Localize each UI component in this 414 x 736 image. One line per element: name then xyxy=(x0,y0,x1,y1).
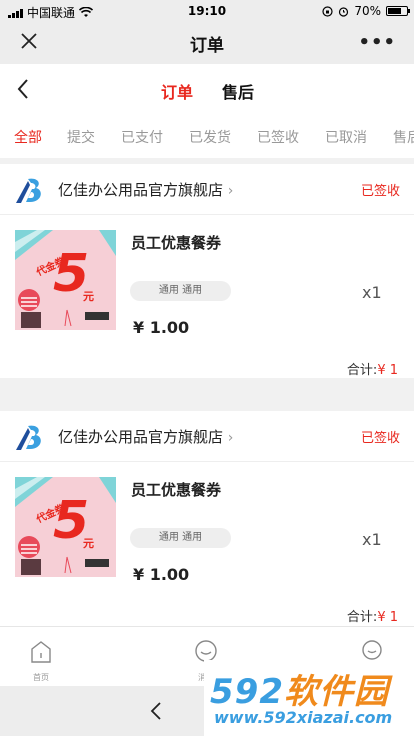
battery-icon xyxy=(386,6,410,16)
shop-name[interactable]: 亿佳办公用品官方旗舰店 › xyxy=(58,426,233,447)
home-icon xyxy=(31,641,51,663)
product-price: ¥ 1.00 xyxy=(133,318,190,337)
shop-header[interactable]: 亿佳办公用品官方旗舰店 › 已签收 xyxy=(0,411,414,461)
shop-logo xyxy=(16,178,41,203)
coupon-unit: 元 xyxy=(83,537,94,550)
more-options-icon[interactable]: ••• xyxy=(358,32,396,53)
divider xyxy=(0,214,414,215)
status-filter-bar: 全部 提交 已支付 已发货 已签收 已取消 售后 xyxy=(0,114,414,158)
watermark-text: 软件园 xyxy=(283,672,389,712)
filter-cancelled[interactable]: 已取消 xyxy=(325,127,367,147)
order-card[interactable]: 亿佳办公用品官方旗舰店 › 已签收 代金券 5 元 员工优惠餐券 通用 通用 x… xyxy=(0,164,414,378)
filter-paid[interactable]: 已支付 xyxy=(121,127,163,147)
tab-orders[interactable]: 订单 xyxy=(161,79,193,103)
product-name[interactable]: 员工优惠餐券 xyxy=(131,479,221,500)
filter-after-sales[interactable]: 售后 xyxy=(393,127,414,147)
chevron-right-icon: › xyxy=(227,183,234,199)
order-status: 已签收 xyxy=(360,431,400,446)
filter-all[interactable]: 全部 xyxy=(14,127,42,147)
product-image[interactable]: 代金券 5 元 xyxy=(15,230,116,330)
nav-bar: 订单 ••• xyxy=(0,22,414,64)
back-arrow-icon[interactable] xyxy=(14,77,32,101)
browser-back-icon[interactable] xyxy=(148,700,164,722)
watermark-main: 592软件园 xyxy=(210,664,389,713)
rotation-lock-icon xyxy=(322,5,333,17)
product-quantity: x1 xyxy=(362,283,382,302)
filter-signed[interactable]: 已签收 xyxy=(257,127,299,147)
product-price: ¥ 1.00 xyxy=(133,565,190,584)
order-total: 合计:¥ 1 xyxy=(347,606,398,625)
order-status: 已签收 xyxy=(360,184,400,199)
shop-logo xyxy=(16,425,41,450)
watermark-url: www.592xiazai.com xyxy=(214,708,393,727)
divider xyxy=(0,461,414,462)
filter-submitted[interactable]: 提交 xyxy=(67,127,95,147)
coupon-unit: 元 xyxy=(83,290,94,303)
total-label: 合计: xyxy=(346,610,378,625)
product-spec: 通用 通用 xyxy=(130,281,231,301)
tab-after-sales[interactable]: 售后 xyxy=(222,79,254,103)
status-right-group: 70% xyxy=(322,4,410,18)
product-quantity: x1 xyxy=(362,530,382,549)
tab-home[interactable]: 首页 xyxy=(11,627,71,683)
filter-shipped[interactable]: 已发货 xyxy=(189,127,231,147)
chevron-right-icon: › xyxy=(227,430,234,446)
product-image[interactable]: 代金券 5 元 xyxy=(15,477,116,577)
watermark-logo: 592软件园 www.592xiazai.com xyxy=(204,660,414,736)
battery-percent: 70% xyxy=(354,4,381,18)
shop-header[interactable]: 亿佳办公用品官方旗舰店 › 已签收 xyxy=(0,164,414,214)
total-label: 合计: xyxy=(346,363,378,378)
order-total: 合计:¥ 1 xyxy=(347,359,398,378)
status-bar: 中国联通 19:10 70% xyxy=(0,0,414,22)
watermark-number: 592 xyxy=(210,672,284,712)
total-amount: ¥ 1 xyxy=(377,363,398,378)
page-title: 订单 xyxy=(190,36,224,56)
alarm-icon xyxy=(339,6,349,17)
product-name[interactable]: 员工优惠餐券 xyxy=(131,232,221,253)
tab-home-label: 首页 xyxy=(33,673,49,682)
shop-name[interactable]: 亿佳办公用品官方旗舰店 › xyxy=(58,179,233,200)
total-amount: ¥ 1 xyxy=(377,610,398,625)
battery-fill xyxy=(388,8,401,14)
order-header: 订单 售后 xyxy=(0,64,414,114)
order-card[interactable]: 亿佳办公用品官方旗舰店 › 已签收 代金券 5 元 员工优惠餐券 通用 通用 x… xyxy=(0,411,414,626)
product-spec: 通用 通用 xyxy=(130,528,231,548)
